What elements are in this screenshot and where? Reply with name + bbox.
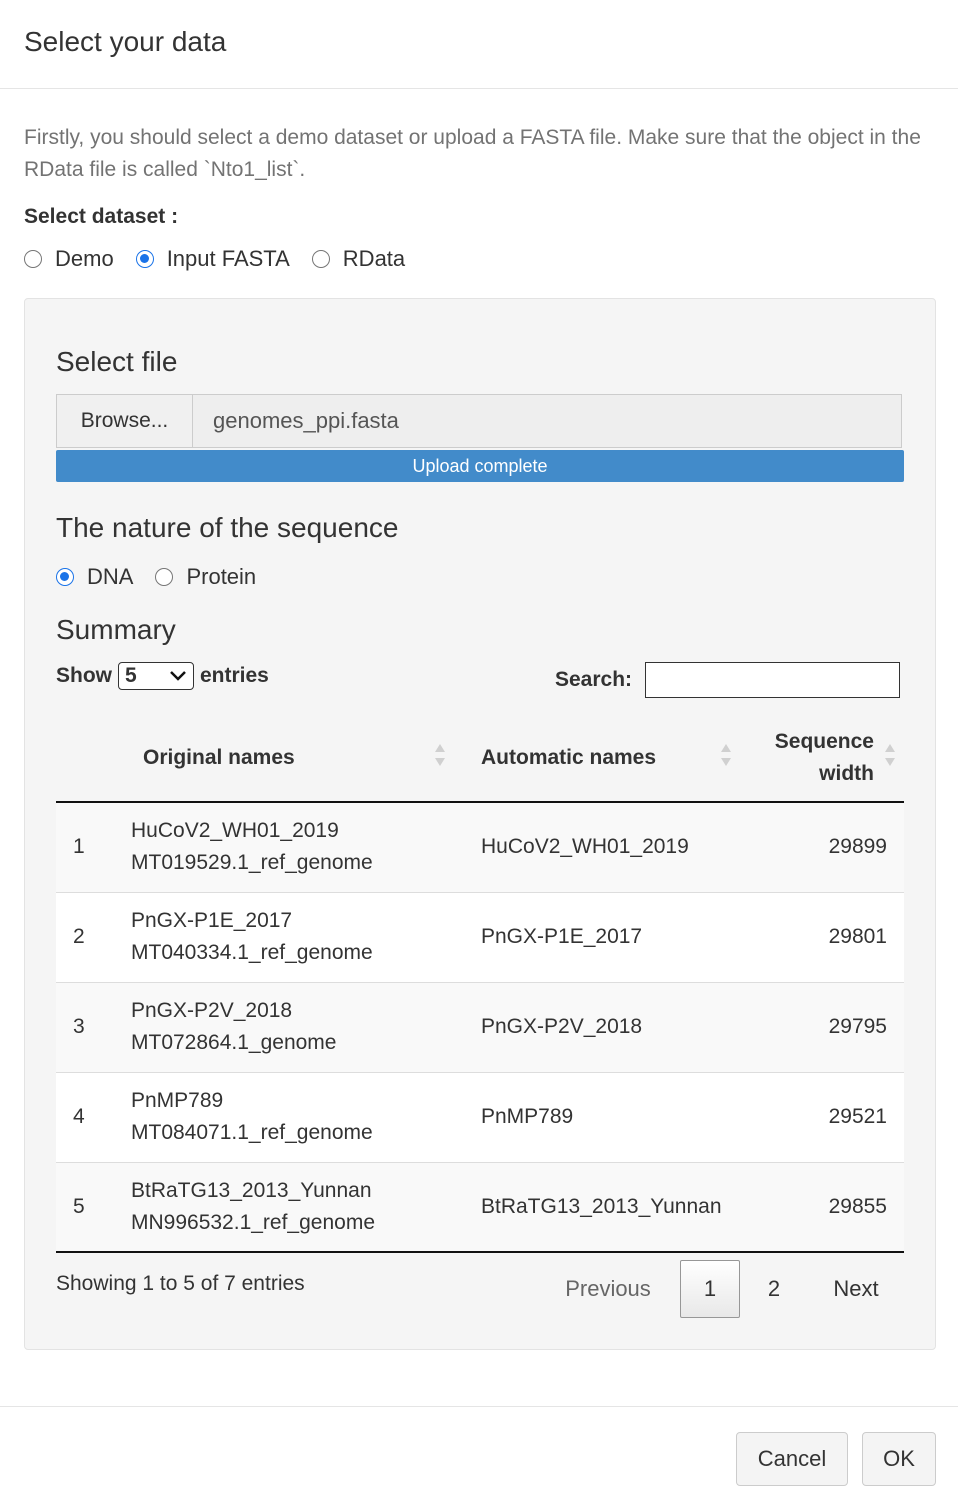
sequence-nature-heading: The nature of the sequence: [56, 512, 399, 543]
pagination-next[interactable]: Next: [820, 1260, 892, 1318]
search-input[interactable]: [645, 662, 901, 698]
pagination-page-2[interactable]: 2: [750, 1260, 798, 1318]
original-name-line-1: PnMP789: [131, 1089, 224, 1112]
original-name-cell: HuCoV2_WH01_2019 MT019529.1_ref_genome: [130, 802, 468, 892]
dataset-option-demo[interactable]: Demo: [24, 246, 114, 272]
dataset-option-rdata[interactable]: RData: [311, 246, 406, 272]
pagination-page-1[interactable]: 1: [680, 1260, 740, 1318]
index-column-header: [56, 714, 130, 803]
original-name-line-1: PnGX-P2V_2018: [131, 999, 293, 1022]
summary-table: Original names Automatic names Sequence …: [56, 714, 904, 1253]
search-label: Search:: [555, 668, 633, 691]
upload-progress: Upload complete: [56, 450, 904, 482]
pagination-previous[interactable]: Previous: [556, 1260, 660, 1318]
chevron-down-icon: [170, 671, 186, 681]
original-name-line-2: MT084071.1_ref_genome: [131, 1121, 373, 1144]
nature-option-dna[interactable]: DNA: [56, 564, 133, 590]
original-name-line-1: HuCoV2_WH01_2019: [131, 819, 339, 843]
table-row[interactable]: 3 PnGX-P2V_2018 MT072864.1_genome PnGX-P2…: [56, 982, 904, 1072]
sequence-width-cell: 29899: [828, 835, 887, 859]
original-name-line-2: MT072864.1_genome: [131, 1031, 337, 1054]
sequence-width-cell: 29855: [828, 1194, 887, 1218]
original-name-cell: BtRaTG13_2013_Yunnan MN996532.1_ref_genom…: [130, 1162, 468, 1252]
original-name-line-1: BtRaTG13_2013_Yunnan: [131, 1178, 372, 1202]
sort-icon: [885, 744, 895, 766]
dataset-option-input-fasta[interactable]: Input FASTA: [135, 246, 290, 272]
sequence-width-header[interactable]: Sequence width: [758, 714, 904, 803]
automatic-names-header[interactable]: Automatic names: [468, 714, 758, 803]
dataset-radio-group: Demo Input FASTA RData: [24, 246, 427, 272]
browse-button[interactable]: Browse...: [57, 395, 193, 447]
radio-rdata[interactable]: [311, 250, 330, 268]
original-name-line-2: MN996532.1_ref_genome: [131, 1210, 376, 1234]
upload-progress-bar: Upload complete: [56, 450, 904, 482]
original-name-cell: PnMP789 MT084071.1_ref_genome: [130, 1072, 468, 1162]
original-name-cell: PnGX-P2V_2018 MT072864.1_genome: [130, 982, 468, 1072]
select-dataset-label: Select dataset :: [24, 205, 179, 228]
entries-label: entries: [200, 664, 269, 687]
table-info: Showing 1 to 5 of 7 entries: [56, 1272, 305, 1295]
table-row[interactable]: 1 HuCoV2_WH01_2019 MT019529.1_ref_genome …: [56, 802, 904, 892]
table-row[interactable]: 5 BtRaTG13_2013_Yunnan MN996532.1_ref_gen…: [56, 1162, 904, 1252]
modal-header: Select your data: [0, 0, 958, 89]
original-name-line-2: MT019529.1_ref_genome: [131, 851, 373, 875]
sort-icon: [435, 744, 445, 766]
entries-select-value: 5: [125, 664, 137, 687]
automatic-name-cell: PnGX-P2V_2018: [481, 1015, 643, 1038]
row-index: 2: [73, 925, 85, 948]
radio-label-demo: Demo: [55, 246, 114, 271]
automatic-name-cell: HuCoV2_WH01_2019: [481, 835, 689, 859]
table-row[interactable]: 4 PnMP789 MT084071.1_ref_genome PnMP789 2…: [56, 1072, 904, 1162]
row-index: 1: [73, 835, 85, 859]
original-names-header[interactable]: Original names: [130, 714, 468, 803]
entries-length-control: Show 5 entries: [56, 662, 269, 690]
nature-option-protein[interactable]: Protein: [155, 564, 256, 590]
table-header-row: Original names Automatic names Sequence …: [56, 714, 904, 803]
intro-text: Firstly, you should select a demo datase…: [24, 126, 921, 181]
automatic-name-cell: BtRaTG13_2013_Yunnan: [481, 1194, 722, 1218]
sequence-width-cell: 29795: [828, 1015, 887, 1038]
radio-label-input-fasta: Input FASTA: [166, 246, 290, 271]
radio-label-dna: DNA: [87, 564, 134, 589]
original-names-header-label: Original names: [143, 745, 295, 769]
automatic-name-cell: PnGX-P1E_2017: [481, 925, 643, 948]
radio-label-protein: Protein: [186, 564, 257, 589]
radio-demo[interactable]: [24, 250, 42, 268]
row-index: 3: [73, 1015, 85, 1038]
file-input-group: Browse... genomes_ppi.fasta: [56, 394, 902, 448]
sort-icon: [721, 744, 731, 766]
modal-title: Select your data: [24, 26, 227, 57]
table-search: Search:: [555, 662, 901, 698]
automatic-name-cell: PnMP789: [481, 1105, 574, 1128]
automatic-names-header-label: Automatic names: [481, 745, 657, 769]
entries-select[interactable]: 5: [118, 662, 194, 690]
sequence-width-cell: 29801: [828, 925, 887, 948]
summary-heading: Summary: [56, 614, 176, 645]
row-index: 4: [73, 1105, 85, 1128]
file-name-field[interactable]: genomes_ppi.fasta: [193, 395, 901, 447]
radio-protein[interactable]: [155, 568, 174, 586]
radio-label-rdata: RData: [342, 246, 406, 271]
ok-button[interactable]: OK: [862, 1432, 936, 1486]
sequence-width-header-label: Sequence width: [774, 729, 874, 785]
radio-dna[interactable]: [56, 568, 74, 586]
sequence-width-cell: 29521: [828, 1105, 887, 1128]
radio-input-fasta[interactable]: [135, 250, 154, 268]
cancel-button[interactable]: Cancel: [736, 1432, 848, 1486]
original-name-cell: PnGX-P1E_2017 MT040334.1_ref_genome: [130, 892, 468, 982]
original-name-line-1: PnGX-P1E_2017: [131, 909, 293, 932]
original-name-line-2: MT040334.1_ref_genome: [131, 941, 373, 964]
table-row[interactable]: 2 PnGX-P1E_2017 MT040334.1_ref_genome PnG…: [56, 892, 904, 982]
nature-radio-group: DNA Protein: [56, 564, 278, 590]
show-label: Show: [56, 664, 112, 687]
row-index: 5: [73, 1194, 85, 1218]
select-file-heading: Select file: [56, 346, 178, 377]
